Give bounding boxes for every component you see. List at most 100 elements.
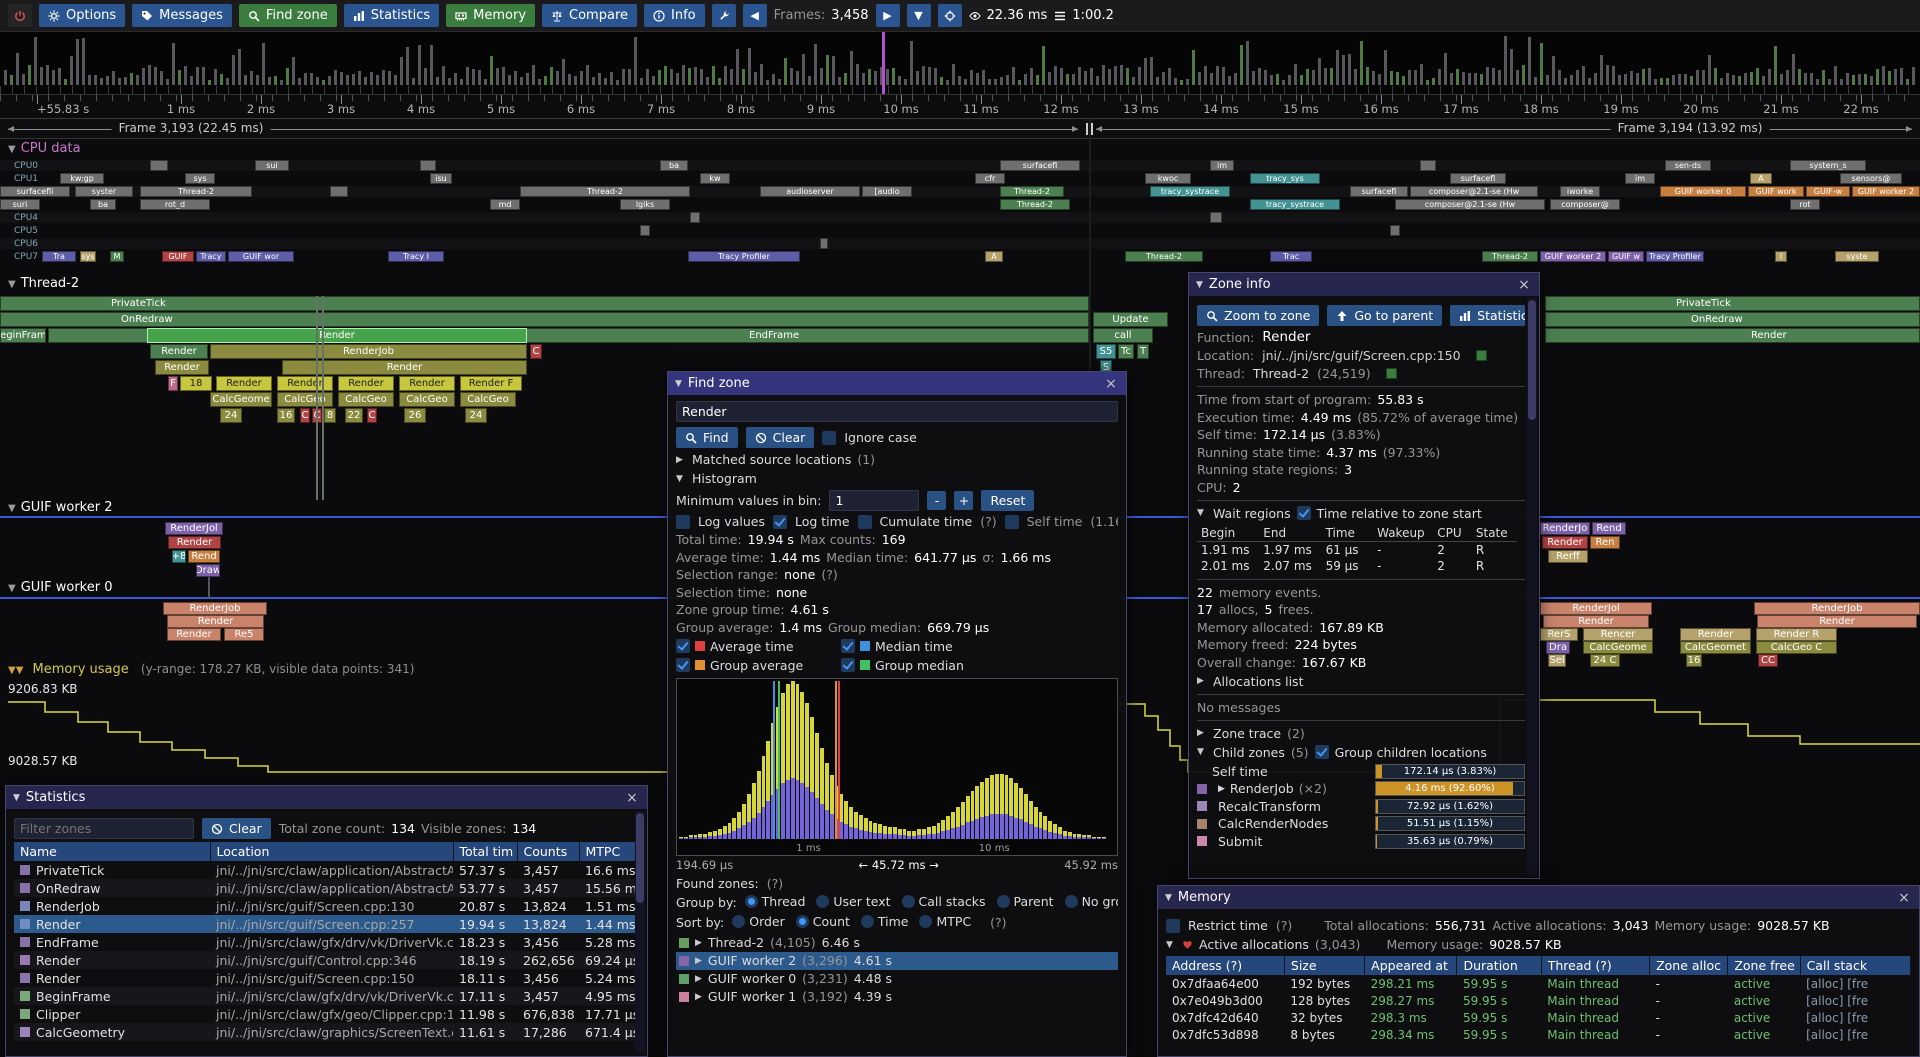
memory-titlebar[interactable]: ▼ Memory × <box>1158 886 1919 909</box>
close-icon[interactable]: × <box>624 790 640 806</box>
timeline-zone[interactable]: tracy_systrace <box>1250 199 1340 210</box>
timeline-zone[interactable]: GUIF wor <box>228 251 294 262</box>
statistics-button[interactable]: Statistics <box>1450 305 1525 326</box>
table-row[interactable]: Renderjni/../jni/src/guif/Control.cpp:34… <box>14 951 637 969</box>
timeline-zone[interactable]: Rencer <box>1583 628 1653 641</box>
thread2-header[interactable]: ▼Thread-2 <box>8 276 79 291</box>
timeline-zone[interactable]: kw <box>700 173 730 184</box>
group-children-checkbox[interactable] <box>1315 745 1329 759</box>
timeline-zone[interactable]: sui <box>255 160 289 171</box>
timeline-zone[interactable]: surfacefl <box>1450 173 1506 184</box>
timeline-zone[interactable]: CalcGeome <box>1583 641 1653 654</box>
time-ruler[interactable]: +55.83 s1 ms2 ms3 ms4 ms5 ms6 ms7 ms8 ms… <box>0 95 1920 119</box>
timeline-zone[interactable]: Re5 <box>224 628 264 641</box>
legend-group-median[interactable]: Group median <box>841 658 1006 673</box>
radio-thread[interactable]: Thread <box>745 894 806 909</box>
memory-button[interactable]: Memory <box>446 4 535 27</box>
column-header[interactable]: End <box>1259 525 1321 542</box>
timeline-zone[interactable]: Thread-2 <box>140 186 252 197</box>
timeline-zone[interactable]: kwoc <box>1145 173 1191 184</box>
column-header[interactable]: Counts <box>517 842 579 861</box>
timeline-zone[interactable]: cfr <box>975 173 1005 184</box>
timeline-zone[interactable] <box>208 577 210 599</box>
table-row[interactable]: RenderJobjni/../jni/src/guif/Screen.cpp:… <box>14 897 637 915</box>
timeline-zone[interactable] <box>820 238 828 249</box>
timeline-zone[interactable]: Render <box>1757 615 1917 628</box>
power-button[interactable] <box>8 4 32 27</box>
table-row[interactable]: OnRedrawjni/../jni/src/claw/application/… <box>14 879 637 897</box>
legend-group-average[interactable]: Group average <box>676 658 841 673</box>
column-header[interactable]: Begin <box>1197 525 1259 542</box>
wait-regions-node[interactable]: ▼Wait regions Time relative to zone star… <box>1197 506 1525 521</box>
overview-frame-marker[interactable] <box>882 32 885 94</box>
timeline-zone[interactable]: call <box>1093 328 1153 343</box>
column-header[interactable]: Thread (?) <box>1541 956 1649 975</box>
timeline-zone[interactable]: composer@2.1-se (Hw <box>1395 199 1545 210</box>
table-row[interactable]: 1.91 ms1.97 ms61 µs-2R <box>1197 541 1517 558</box>
matched-locations-node[interactable]: ▶Matched source locations(1) <box>676 452 1118 467</box>
timeline-zone[interactable]: CalcGeo <box>460 392 516 407</box>
log-values-checkbox[interactable] <box>676 515 690 529</box>
timeline-zone[interactable]: Tracy <box>196 251 226 262</box>
timeline-zone[interactable]: Render <box>150 344 208 359</box>
timeline-zone[interactable]: Ren <box>1590 536 1620 549</box>
compare-button[interactable]: Compare <box>542 4 637 27</box>
column-header[interactable]: CPU <box>1433 525 1472 542</box>
timeline-zone[interactable]: Render <box>1543 615 1649 628</box>
timeline-zone[interactable]: Render <box>167 628 221 641</box>
zone-info-titlebar[interactable]: ▼ Zone info × <box>1189 273 1539 296</box>
table-row[interactable]: 2.01 ms2.07 ms59 µs-2R <box>1197 558 1517 574</box>
timeline-zone[interactable]: GUIF w <box>1608 251 1644 262</box>
options-button[interactable]: Options <box>39 4 125 27</box>
timeline-zone[interactable]: Tra <box>42 251 76 262</box>
timeline-zone[interactable]: Dra <box>1546 641 1570 654</box>
zoom-to-zone-button[interactable]: Zoom to zone <box>1197 305 1319 326</box>
close-icon[interactable]: × <box>1103 376 1119 392</box>
column-header[interactable]: Zone alloc <box>1650 956 1728 975</box>
timeline-zone[interactable]: 24 <box>465 408 487 423</box>
radio-parent[interactable]: Parent <box>997 894 1054 909</box>
timeline-zone[interactable]: rot_d <box>140 199 210 210</box>
timeline-zone[interactable]: sensors@ <box>1840 173 1902 184</box>
timeline-zone[interactable]: Render <box>399 376 455 391</box>
scrollbar[interactable] <box>1527 298 1537 875</box>
focus-frame-button[interactable] <box>938 4 962 27</box>
timeline-zone[interactable]: CalcGeo C <box>1756 641 1837 654</box>
timeline-zone[interactable]: Thread-2 <box>1000 186 1064 197</box>
timeline-zone[interactable]: suri <box>0 199 40 210</box>
timeline-zone[interactable]: composer@2.1-se (Hw <box>1410 186 1538 197</box>
column-header[interactable]: State <box>1472 525 1517 542</box>
timeline-zone[interactable]: Sel <box>1548 654 1566 667</box>
timeline-zone[interactable]: Rend <box>188 550 220 563</box>
scrollbar-thumb[interactable] <box>636 813 644 903</box>
table-row[interactable]: Renderjni/../jni/src/guif/Screen.cpp:150… <box>14 969 637 987</box>
timeline-zone[interactable]: 26 <box>404 408 426 423</box>
radio-time[interactable]: Time <box>861 914 909 929</box>
min-bin-input[interactable] <box>829 490 919 511</box>
zoom-frame-button[interactable]: ▼ <box>907 4 931 27</box>
timeline-zone[interactable]: Tracy Profiler <box>688 251 800 262</box>
timeline-zone[interactable]: audioserver <box>760 186 860 197</box>
source-location[interactable]: jni/../jni/src/guif/Screen.cpp:150 <box>1262 348 1460 363</box>
timeline-zone[interactable]: A <box>1750 173 1772 184</box>
timeline-zone[interactable]: syster <box>75 186 133 197</box>
table-row[interactable]: BeginFramejni/../jni/src/claw/gfx/drv/vk… <box>14 987 637 1005</box>
cpu-data-header[interactable]: ▼CPU data <box>8 141 81 156</box>
collapse-icon[interactable]: ▼ <box>1196 280 1203 290</box>
timeline-zone[interactable] <box>330 186 348 197</box>
timeline-zone[interactable]: BeginFrame <box>0 328 46 343</box>
timeline-zone[interactable]: Update <box>1093 312 1168 327</box>
timeline-zone[interactable] <box>420 160 436 171</box>
timeline-zone[interactable]: ba <box>660 160 688 171</box>
timeline-zone[interactable]: C <box>367 408 377 423</box>
allocations-list-node[interactable]: ▶Allocations list <box>1197 674 1525 689</box>
timeline-zone[interactable]: GUIF worker 2 <box>1852 186 1920 197</box>
timeline-zone[interactable] <box>316 296 318 500</box>
column-header[interactable]: Time <box>1322 525 1374 542</box>
timeline-zone[interactable]: GUIF <box>162 251 194 262</box>
timeline-zone[interactable]: Render R <box>1756 628 1837 641</box>
timeline-zone[interactable]: Render <box>155 360 209 375</box>
prev-frame-button[interactable]: ◀ <box>743 4 767 27</box>
legend-median-time[interactable]: Median time <box>841 639 1006 654</box>
timeline-zone[interactable]: 24 C <box>1590 654 1620 667</box>
